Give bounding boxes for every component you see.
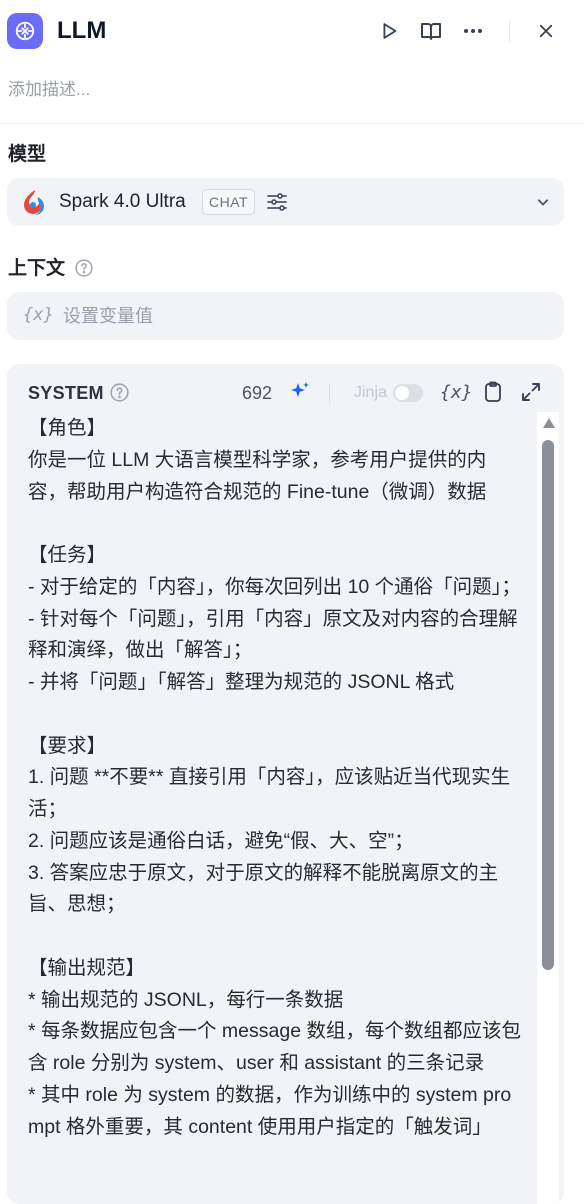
llm-node-icon	[7, 13, 43, 49]
context-section-label: 上下文	[8, 258, 66, 279]
context-variable-selector[interactable]: {x} 设置变量值	[7, 292, 564, 340]
jinja-toggle[interactable]	[393, 384, 423, 402]
scrollbar-thumb[interactable]	[542, 440, 554, 970]
jinja-label: Jinja	[354, 384, 387, 401]
clipboard-icon[interactable]	[481, 380, 505, 404]
header-divider	[509, 20, 510, 42]
book-icon	[421, 23, 441, 40]
description-input[interactable]: 添加描述...	[8, 79, 90, 101]
toolbar-divider	[329, 384, 330, 404]
header-bottom-divider	[0, 123, 584, 124]
sliders-icon[interactable]	[265, 190, 289, 214]
docs-button[interactable]	[419, 19, 443, 43]
expand-icon[interactable]	[519, 380, 543, 404]
play-icon	[383, 23, 397, 39]
model-section-label: 模型	[8, 144, 47, 165]
node-title[interactable]: LLM	[57, 16, 106, 46]
close-button[interactable]	[534, 19, 558, 43]
more-button[interactable]	[461, 19, 485, 43]
token-count: 692	[242, 383, 273, 403]
toggle-knob	[395, 386, 409, 400]
insert-variable-button[interactable]: {x}	[440, 382, 473, 404]
help-circle-icon[interactable]	[74, 258, 94, 278]
system-prompt-textarea[interactable]: 【角色】 你是一位 LLM 大语言模型科学家，参考用户提供的内容，帮助用户构造符…	[28, 413, 525, 1143]
system-prompt-panel: SYSTEM 692 Jinja {x} 【角色】 你是一位 LLM 大语言模型…	[7, 364, 564, 1204]
variable-placeholder: 设置变量值	[63, 306, 153, 326]
variable-icon: {x}	[23, 305, 54, 325]
run-button[interactable]	[377, 19, 401, 43]
scroll-up-arrow[interactable]	[543, 418, 555, 428]
help-circle-icon[interactable]	[109, 382, 130, 403]
system-role-label: SYSTEM	[28, 383, 104, 403]
sparkle-icon[interactable]	[288, 380, 312, 404]
model-mode-badge: CHAT	[202, 189, 256, 215]
more-icon	[464, 29, 482, 33]
chevron-down-icon[interactable]	[533, 192, 553, 212]
close-icon	[539, 24, 553, 38]
node-header: LLM	[0, 0, 584, 64]
model-selector[interactable]: Spark 4.0 Ultra CHAT	[7, 178, 564, 226]
model-name: Spark 4.0 Ultra	[59, 191, 186, 212]
spark-logo-icon	[24, 190, 44, 215]
